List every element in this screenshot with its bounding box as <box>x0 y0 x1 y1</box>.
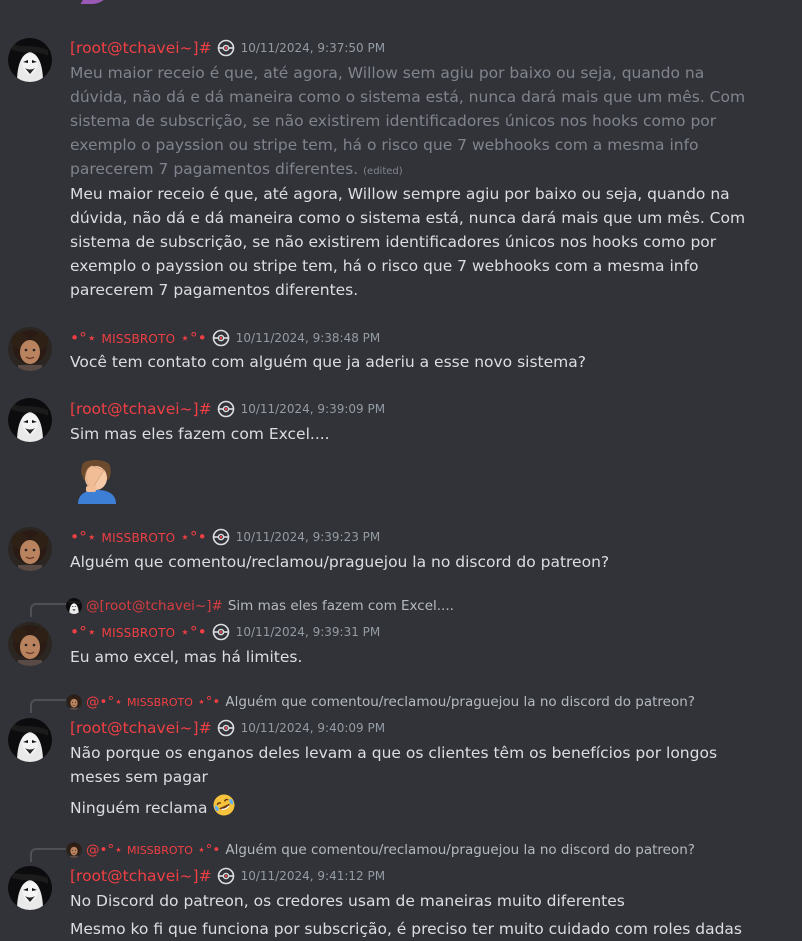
reply-username[interactable]: @[root@tchavei~]# <box>86 598 223 614</box>
username[interactable]: [root@tchavei~]# <box>70 719 212 737</box>
pokeball-badge-icon <box>216 399 236 419</box>
message-text: Você tem contato com alguém que ja aderi… <box>70 353 586 371</box>
username[interactable]: •°⋆ MissBroto ⋆°• <box>70 623 207 641</box>
username[interactable]: •°⋆ MissBroto ⋆°• <box>70 329 207 347</box>
username[interactable]: •°⋆ MissBroto ⋆°• <box>70 528 207 546</box>
pokeball-badge-icon <box>216 38 236 58</box>
avatar[interactable] <box>8 398 52 442</box>
avatar[interactable] <box>8 38 52 82</box>
avatar[interactable] <box>8 327 52 371</box>
reply-spine <box>30 848 66 862</box>
pokeball-badge-icon <box>211 527 231 547</box>
reply-username[interactable]: @•°⋆ MissBroto ⋆°• <box>86 694 220 710</box>
message-text-old: Meu maior receio é que, até agora, Willo… <box>70 64 746 178</box>
reply-text: Alguém que comentou/reclamou/praguejou l… <box>225 842 695 858</box>
previous-message-fragment <box>80 0 112 4</box>
timestamp: 10/11/2024, 9:40:09 PM <box>240 721 386 735</box>
pokeball-badge-icon <box>211 328 231 348</box>
reply-avatar <box>66 694 82 710</box>
message-text: Meu maior receio é que, até agora, Willo… <box>70 185 746 299</box>
message-text: Eu amo excel, mas há limites. <box>70 648 303 666</box>
reply-preview[interactable]: @•°⋆ MissBroto ⋆°• Alguém que comentou/r… <box>66 840 695 860</box>
pokeball-badge-icon <box>211 622 231 642</box>
reply-spine <box>30 603 66 617</box>
username[interactable]: [root@tchavei~]# <box>70 400 212 418</box>
message-text-2: Ninguém reclama <box>70 793 760 824</box>
message-text: No Discord do patreon, os credores usam … <box>70 892 625 910</box>
timestamp: 10/11/2024, 9:39:31 PM <box>235 625 381 639</box>
rofl-emoji-icon[interactable] <box>212 793 236 824</box>
edited-original-text: Meu maior receio é que, até agora, Willo… <box>70 61 760 184</box>
avatar[interactable] <box>8 527 52 571</box>
reply-text: Alguém que comentou/reclamou/praguejou l… <box>225 694 695 710</box>
avatar[interactable] <box>8 718 52 762</box>
pokeball-badge-icon <box>216 866 236 886</box>
message-text-2-content: Ninguém reclama <box>70 799 208 817</box>
username[interactable]: [root@tchavei~]# <box>70 39 212 57</box>
timestamp: 10/11/2024, 9:38:48 PM <box>235 331 381 345</box>
timestamp: 10/11/2024, 9:37:50 PM <box>240 41 386 55</box>
reply-text: Sim mas eles fazem com Excel.... <box>227 598 454 614</box>
timestamp: 10/11/2024, 9:39:09 PM <box>240 402 386 416</box>
reply-username[interactable]: @•°⋆ MissBroto ⋆°• <box>86 842 220 858</box>
reply-spine <box>30 699 66 713</box>
username[interactable]: [root@tchavei~]# <box>70 867 212 885</box>
timestamp: 10/11/2024, 9:39:23 PM <box>235 530 381 544</box>
avatar[interactable] <box>8 622 52 666</box>
message-text: Alguém que comentou/reclamou/praguejou l… <box>70 553 610 571</box>
timestamp: 10/11/2024, 9:41:12 PM <box>240 869 386 883</box>
reply-avatar <box>66 598 82 614</box>
avatar[interactable] <box>8 866 52 910</box>
message-text: Não porque os enganos deles levam a que … <box>70 744 718 786</box>
facepalm-emoji-icon[interactable] <box>74 456 120 504</box>
message-text-2: Mesmo ko fi que funciona por subscrição,… <box>70 920 742 938</box>
reply-avatar <box>66 842 82 858</box>
edited-label: (edited) <box>363 166 403 177</box>
pokeball-badge-icon <box>216 718 236 738</box>
reply-preview[interactable]: @[root@tchavei~]# Sim mas eles fazem com… <box>66 596 454 616</box>
reply-preview[interactable]: @•°⋆ MissBroto ⋆°• Alguém que comentou/r… <box>66 692 695 712</box>
message-text: Sim mas eles fazem com Excel.... <box>70 425 330 443</box>
